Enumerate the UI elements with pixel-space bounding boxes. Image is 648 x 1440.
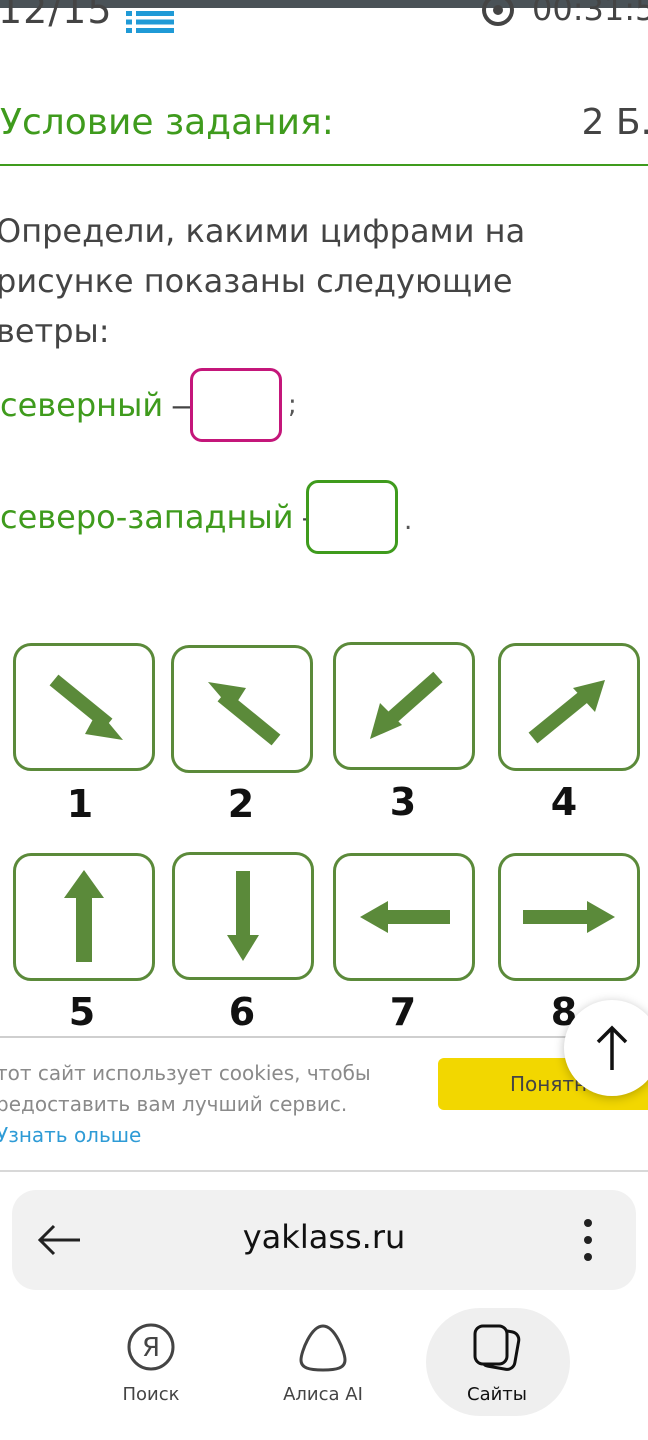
- arrow-tile-2: [171, 645, 313, 773]
- answer-input-northwest[interactable]: [306, 480, 398, 554]
- url-text[interactable]: yaklass.ru: [0, 1218, 648, 1256]
- arrow-number-3: 3: [389, 780, 417, 824]
- arrow-up-left-icon: [208, 682, 281, 746]
- arrow-tile-5: [13, 853, 155, 981]
- arrow-tile-7: [333, 853, 475, 981]
- arrow-left-icon: [360, 901, 450, 933]
- scroll-up-button[interactable]: [564, 1000, 648, 1096]
- svg-text:Я: Я: [142, 1333, 160, 1363]
- punctuation: .: [404, 506, 413, 536]
- task-list-icon[interactable]: [126, 10, 174, 34]
- task-counter: 12/15: [0, 0, 113, 32]
- condition-divider: [0, 164, 648, 166]
- arrow-down-left-icon: [370, 671, 443, 739]
- arrow-up-icon: [596, 1025, 628, 1070]
- points-value: 2 Б.: [581, 102, 648, 143]
- cookie-notice: тот сайт использует cookies, чтобы редос…: [0, 1058, 416, 1151]
- more-menu-icon[interactable]: [580, 1218, 596, 1262]
- arrow-tile-1: [13, 643, 155, 771]
- arrow-number-4: 4: [550, 780, 578, 824]
- arrow-number-7: 7: [389, 990, 417, 1034]
- nav-search-label: Поиск: [122, 1384, 180, 1405]
- punctuation: ;: [288, 390, 297, 420]
- learn-more-link[interactable]: Узнать ольше: [0, 1123, 141, 1147]
- cookie-text: тот сайт использует cookies, чтобы редос…: [0, 1061, 371, 1116]
- wind-label-northwest: северо-западный: [0, 498, 294, 536]
- browser-divider: [0, 1170, 648, 1172]
- arrow-number-6: 6: [228, 990, 256, 1034]
- timer-icon: [482, 0, 514, 26]
- arrow-number-1: 1: [66, 782, 94, 826]
- arrow-tile-6: [172, 852, 314, 980]
- answer-row-north: северный —: [0, 386, 203, 424]
- yandex-search-icon: Я: [127, 1323, 175, 1371]
- answer-row-northwest: северо-западный—: [0, 498, 334, 536]
- timer-value: 00:31:52: [532, 0, 648, 28]
- arrow-tile-4: [498, 643, 640, 771]
- arrow-tile-8: [498, 853, 640, 981]
- arrow-number-2: 2: [227, 782, 255, 826]
- arrow-up-right-icon: [528, 680, 605, 744]
- answer-input-north[interactable]: [190, 368, 282, 442]
- arrow-down-icon: [227, 871, 259, 961]
- nav-search[interactable]: Я: [76, 1322, 226, 1376]
- arrow-number-5: 5: [68, 990, 96, 1034]
- nav-alice[interactable]: [248, 1322, 398, 1378]
- arrow-down-right-icon: [49, 674, 123, 740]
- arrow-tile-3: [333, 642, 475, 770]
- sites-icon: [473, 1324, 521, 1371]
- question-text: Определи, какими цифрами на рисунке пока…: [0, 212, 526, 350]
- arrow-up-icon: [64, 870, 104, 962]
- arrow-right-icon: [523, 901, 615, 933]
- condition-title: Условие задания:: [0, 102, 334, 143]
- nav-sites[interactable]: [422, 1322, 572, 1378]
- nav-alice-label: Алиса AI: [283, 1384, 363, 1405]
- wind-label-north: северный: [0, 386, 164, 424]
- alice-icon: [299, 1324, 347, 1372]
- nav-sites-label: Сайты: [467, 1384, 527, 1405]
- cookie-divider: [0, 1036, 648, 1038]
